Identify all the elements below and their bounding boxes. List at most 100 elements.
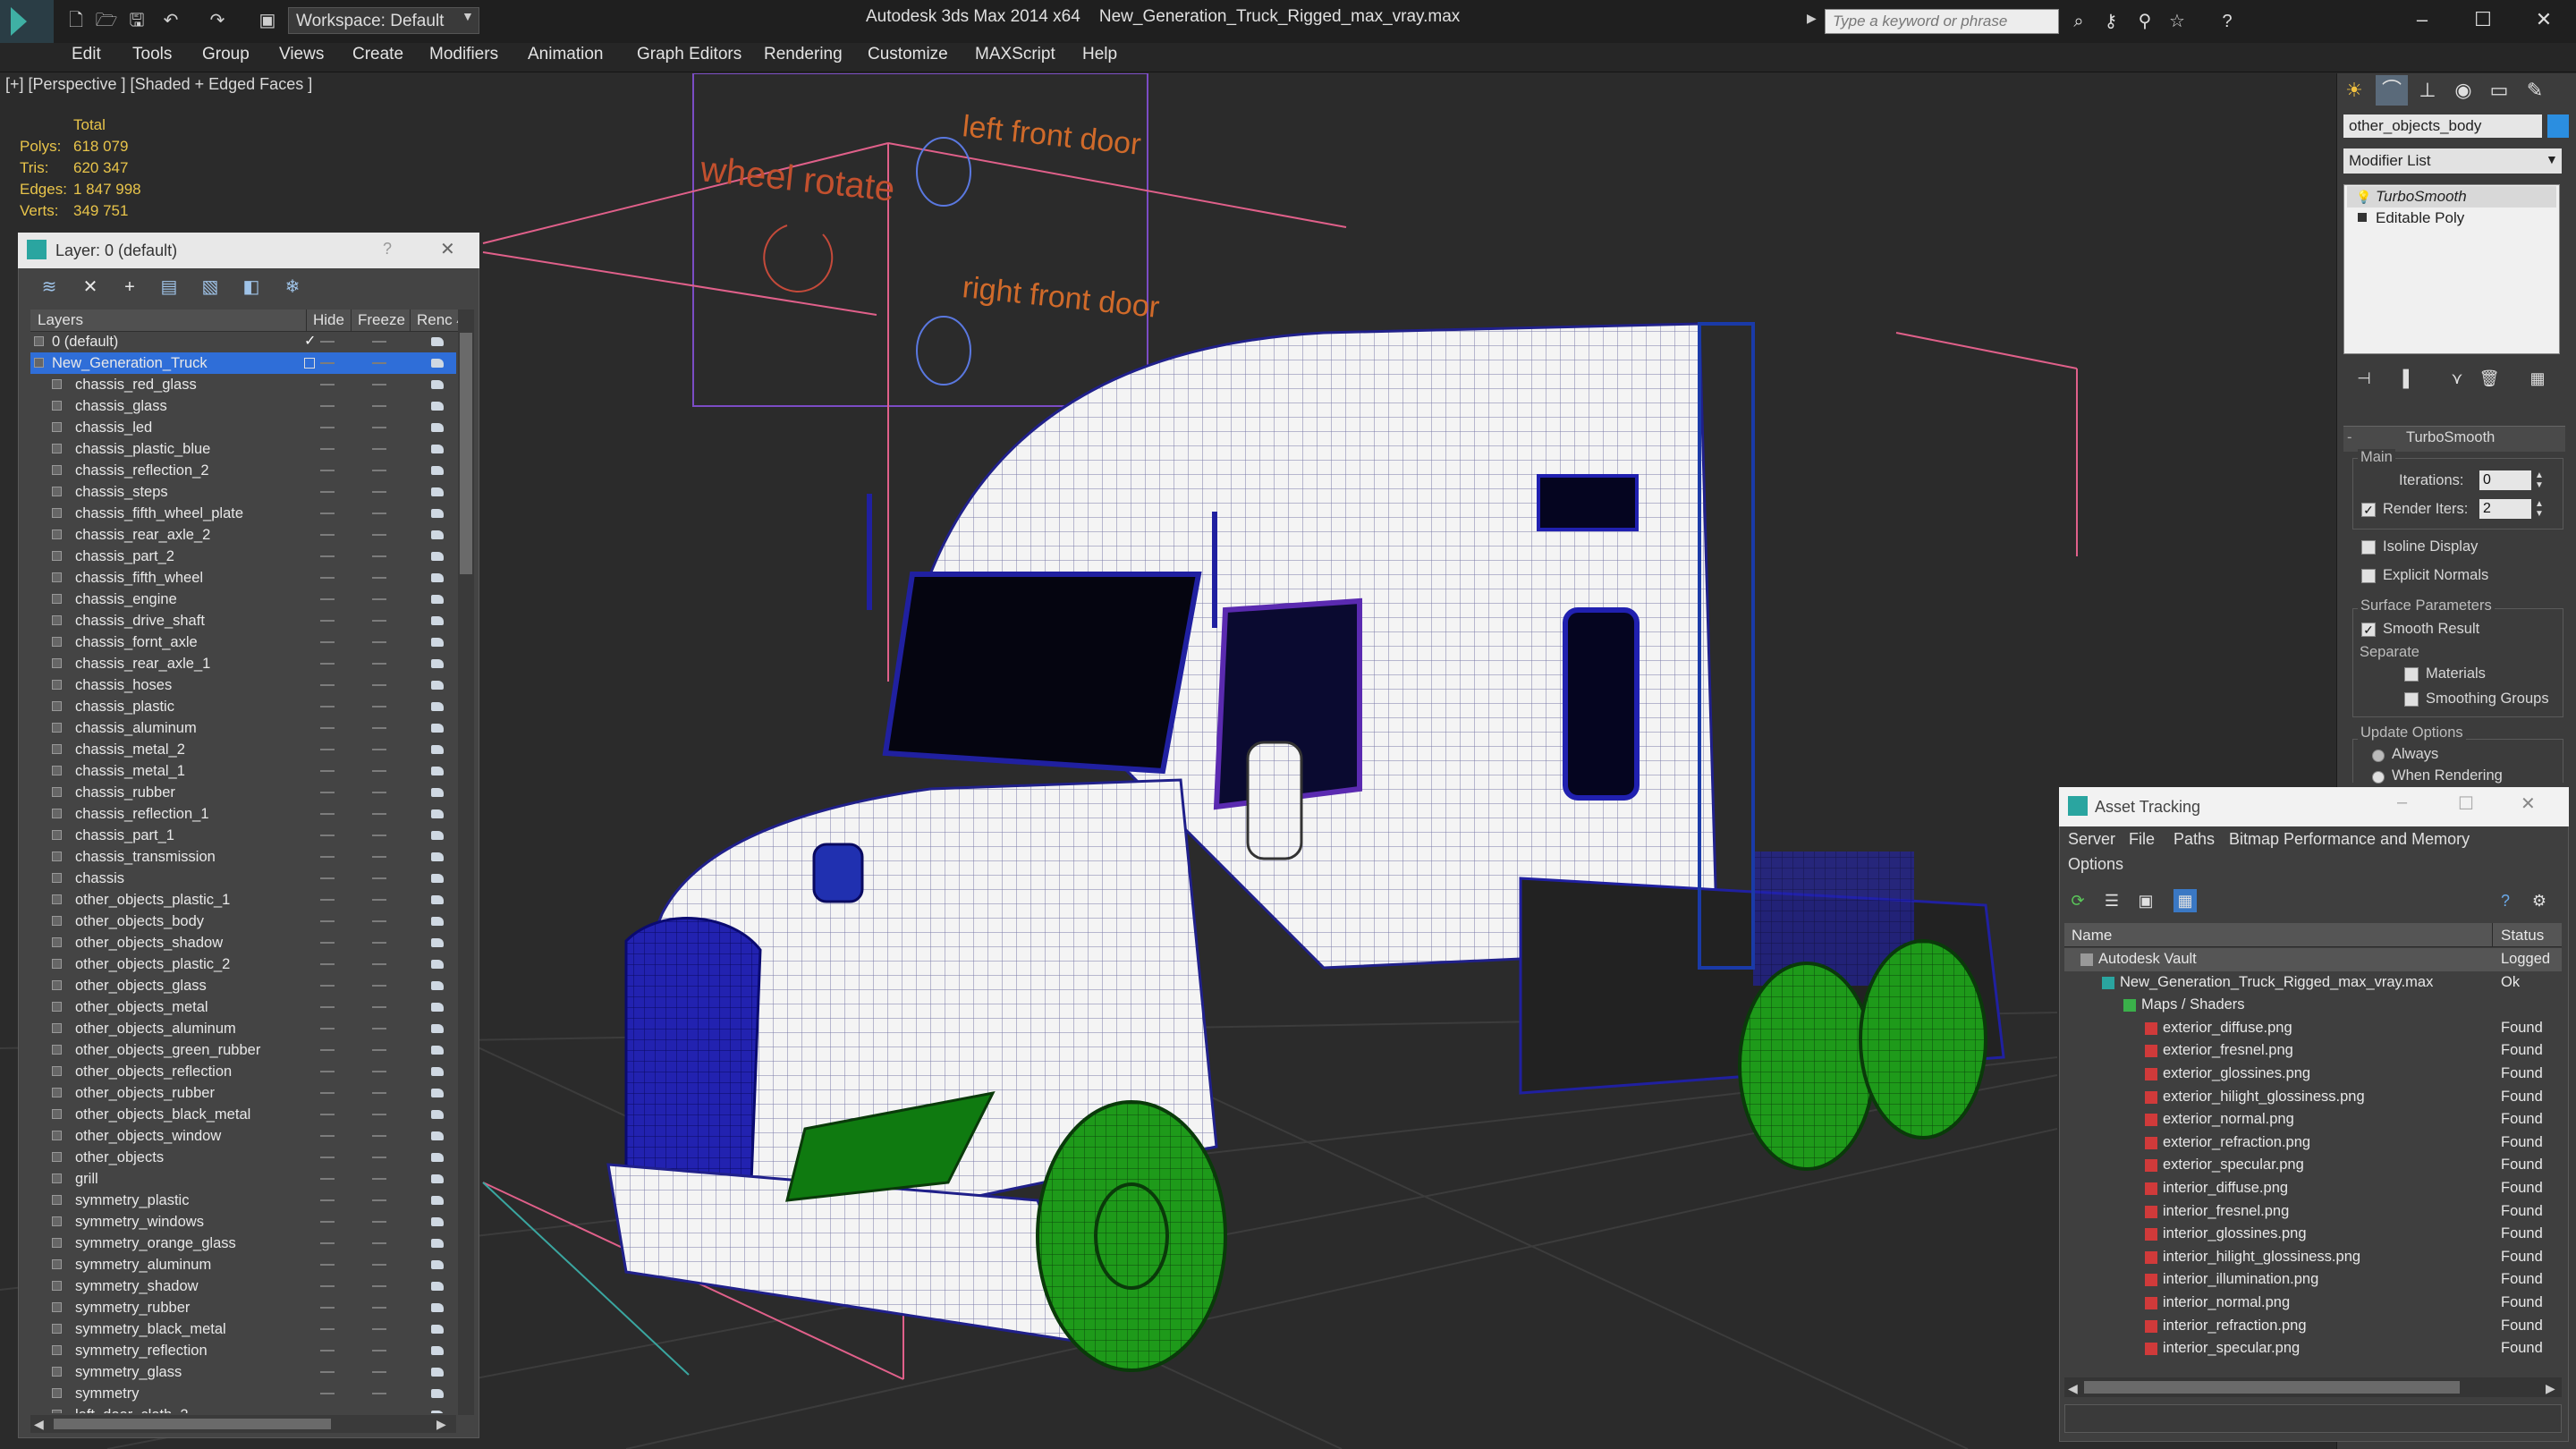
freeze-toggle[interactable] bbox=[372, 1264, 386, 1266]
render-teapot-icon[interactable] bbox=[431, 938, 444, 947]
communication-center-icon[interactable]: ⚲ bbox=[2132, 9, 2157, 34]
make-unique-icon[interactable]: ⋎ bbox=[2445, 367, 2469, 390]
asset-row[interactable]: Autodesk Vault Logged bbox=[2064, 948, 2562, 971]
key-icon[interactable]: ⚷ bbox=[2098, 9, 2123, 34]
render-teapot-icon[interactable] bbox=[431, 895, 444, 904]
layer-row[interactable]: chassis_hoses bbox=[30, 674, 456, 696]
object-color-swatch[interactable] bbox=[2547, 114, 2569, 138]
layer-row[interactable]: other_objects_green_rubber bbox=[30, 1039, 456, 1061]
column-render[interactable]: Renc bbox=[417, 311, 453, 329]
freeze-toggle[interactable] bbox=[372, 877, 386, 879]
freeze-toggle[interactable] bbox=[372, 1307, 386, 1309]
render-teapot-icon[interactable] bbox=[431, 917, 444, 926]
delete-layer-icon[interactable]: ✕ bbox=[79, 275, 102, 299]
freeze-toggle[interactable] bbox=[372, 963, 386, 965]
hide-toggle[interactable] bbox=[320, 792, 335, 793]
render-teapot-icon[interactable] bbox=[431, 1024, 444, 1033]
layer-row[interactable]: chassis_rear_axle_1 bbox=[30, 653, 456, 674]
asset-menu-bitmap-performance[interactable]: Bitmap Performance and Memory bbox=[2229, 830, 2470, 849]
hierarchy-tab-icon[interactable]: ⊥ bbox=[2411, 75, 2444, 106]
layer-row[interactable]: chassis_glass bbox=[30, 395, 456, 417]
help-icon[interactable]: ? bbox=[383, 240, 392, 258]
expand-icon[interactable] bbox=[2358, 213, 2367, 222]
hide-toggle[interactable] bbox=[320, 427, 335, 428]
update-always-radio[interactable] bbox=[2372, 750, 2385, 762]
render-teapot-icon[interactable] bbox=[431, 530, 444, 539]
hide-toggle[interactable] bbox=[320, 1071, 335, 1072]
render-teapot-icon[interactable] bbox=[431, 1282, 444, 1291]
layer-row[interactable]: chassis_fifth_wheel bbox=[30, 567, 456, 589]
hide-toggle[interactable] bbox=[320, 663, 335, 665]
freeze-toggle[interactable] bbox=[372, 513, 386, 514]
layer-row[interactable]: other_objects_rubber bbox=[30, 1082, 456, 1104]
hide-toggle[interactable] bbox=[320, 341, 335, 343]
menu-customize[interactable]: Customize bbox=[868, 45, 948, 64]
freeze-toggle[interactable] bbox=[372, 663, 386, 665]
hide-all-icon[interactable]: ◧ bbox=[240, 275, 263, 299]
close-icon[interactable]: ✕ bbox=[2521, 792, 2536, 815]
freeze-toggle[interactable] bbox=[372, 470, 386, 471]
hide-toggle[interactable] bbox=[320, 684, 335, 686]
freeze-toggle[interactable] bbox=[372, 1092, 386, 1094]
create-tab-icon[interactable]: ☀ bbox=[2338, 75, 2370, 106]
hide-toggle[interactable] bbox=[320, 1371, 335, 1373]
minimize-icon[interactable]: – bbox=[2395, 4, 2449, 36]
rollout-collapse-icon[interactable]: - bbox=[2347, 429, 2352, 446]
select-objects-icon[interactable]: ▤ bbox=[157, 275, 181, 299]
layer-row[interactable]: left_door_cloth_2 bbox=[30, 1404, 456, 1413]
freeze-toggle[interactable] bbox=[372, 405, 386, 407]
render-teapot-icon[interactable] bbox=[431, 1067, 444, 1076]
scroll-left-icon[interactable]: ◀ bbox=[34, 1417, 44, 1432]
lightbulb-icon[interactable]: 💡 bbox=[2356, 190, 2371, 205]
hide-toggle[interactable] bbox=[320, 1242, 335, 1244]
layer-row[interactable]: other_objects_body bbox=[30, 911, 456, 932]
hide-toggle[interactable] bbox=[320, 1199, 335, 1201]
render-teapot-icon[interactable] bbox=[431, 1239, 444, 1248]
asset-menu-paths[interactable]: Paths bbox=[2174, 830, 2215, 849]
refresh-icon[interactable]: ⟳ bbox=[2066, 889, 2089, 912]
freeze-toggle[interactable] bbox=[372, 770, 386, 772]
hide-toggle[interactable] bbox=[320, 641, 335, 643]
render-teapot-icon[interactable] bbox=[431, 1174, 444, 1183]
hide-toggle[interactable] bbox=[320, 985, 335, 987]
render-teapot-icon[interactable] bbox=[431, 509, 444, 518]
hide-toggle[interactable] bbox=[320, 1285, 335, 1287]
asset-row[interactable]: exterior_refraction.png Found bbox=[2064, 1131, 2562, 1155]
render-teapot-icon[interactable] bbox=[431, 1346, 444, 1355]
column-hide[interactable]: Hide bbox=[313, 311, 344, 329]
asset-menu-options[interactable]: Options bbox=[2068, 855, 2123, 874]
layer-row[interactable]: other_objects_reflection bbox=[30, 1061, 456, 1082]
chevron-down-icon[interactable]: ▼ bbox=[462, 9, 474, 23]
hide-toggle[interactable] bbox=[320, 1135, 335, 1137]
freeze-toggle[interactable] bbox=[372, 641, 386, 643]
layer-row[interactable]: symmetry_glass bbox=[30, 1361, 456, 1383]
hide-toggle[interactable] bbox=[320, 598, 335, 600]
make-current-box-icon[interactable] bbox=[304, 358, 315, 369]
render-teapot-icon[interactable] bbox=[431, 1325, 444, 1334]
asset-row[interactable]: exterior_hilight_glossiness.png Found bbox=[2064, 1086, 2562, 1109]
spinner-arrows-icon[interactable]: ▲ ▼ bbox=[2533, 499, 2546, 519]
freeze-toggle[interactable] bbox=[372, 491, 386, 493]
column-name[interactable]: Name bbox=[2072, 927, 2112, 945]
asset-row[interactable]: New_Generation_Truck_Rigged_max_vray.max… bbox=[2064, 971, 2562, 995]
layer-row[interactable]: chassis_drive_shaft bbox=[30, 610, 456, 631]
render-teapot-icon[interactable] bbox=[431, 638, 444, 647]
menu-animation[interactable]: Animation bbox=[528, 45, 604, 64]
smoothing-groups-checkbox[interactable] bbox=[2404, 692, 2419, 707]
layer-row[interactable]: other_objects bbox=[30, 1147, 456, 1168]
freeze-toggle[interactable] bbox=[372, 1350, 386, 1352]
modify-tab-icon[interactable]: ⌒ bbox=[2376, 75, 2408, 106]
render-teapot-icon[interactable] bbox=[431, 702, 444, 711]
favorites-star-icon[interactable]: ☆ bbox=[2165, 9, 2190, 34]
hide-toggle[interactable] bbox=[320, 555, 335, 557]
help-icon[interactable]: ? bbox=[2215, 9, 2240, 34]
layer-row[interactable]: 0 (default) ✓ bbox=[30, 331, 456, 352]
workspace-dropdown[interactable]: Workspace: Default bbox=[288, 7, 479, 34]
layer-row[interactable]: New_Generation_Truck bbox=[30, 352, 456, 374]
hide-toggle[interactable] bbox=[320, 1157, 335, 1158]
freeze-toggle[interactable] bbox=[372, 555, 386, 557]
render-teapot-icon[interactable] bbox=[431, 659, 444, 668]
hide-toggle[interactable] bbox=[320, 405, 335, 407]
layer-row[interactable]: chassis bbox=[30, 868, 456, 889]
render-teapot-icon[interactable] bbox=[431, 402, 444, 411]
